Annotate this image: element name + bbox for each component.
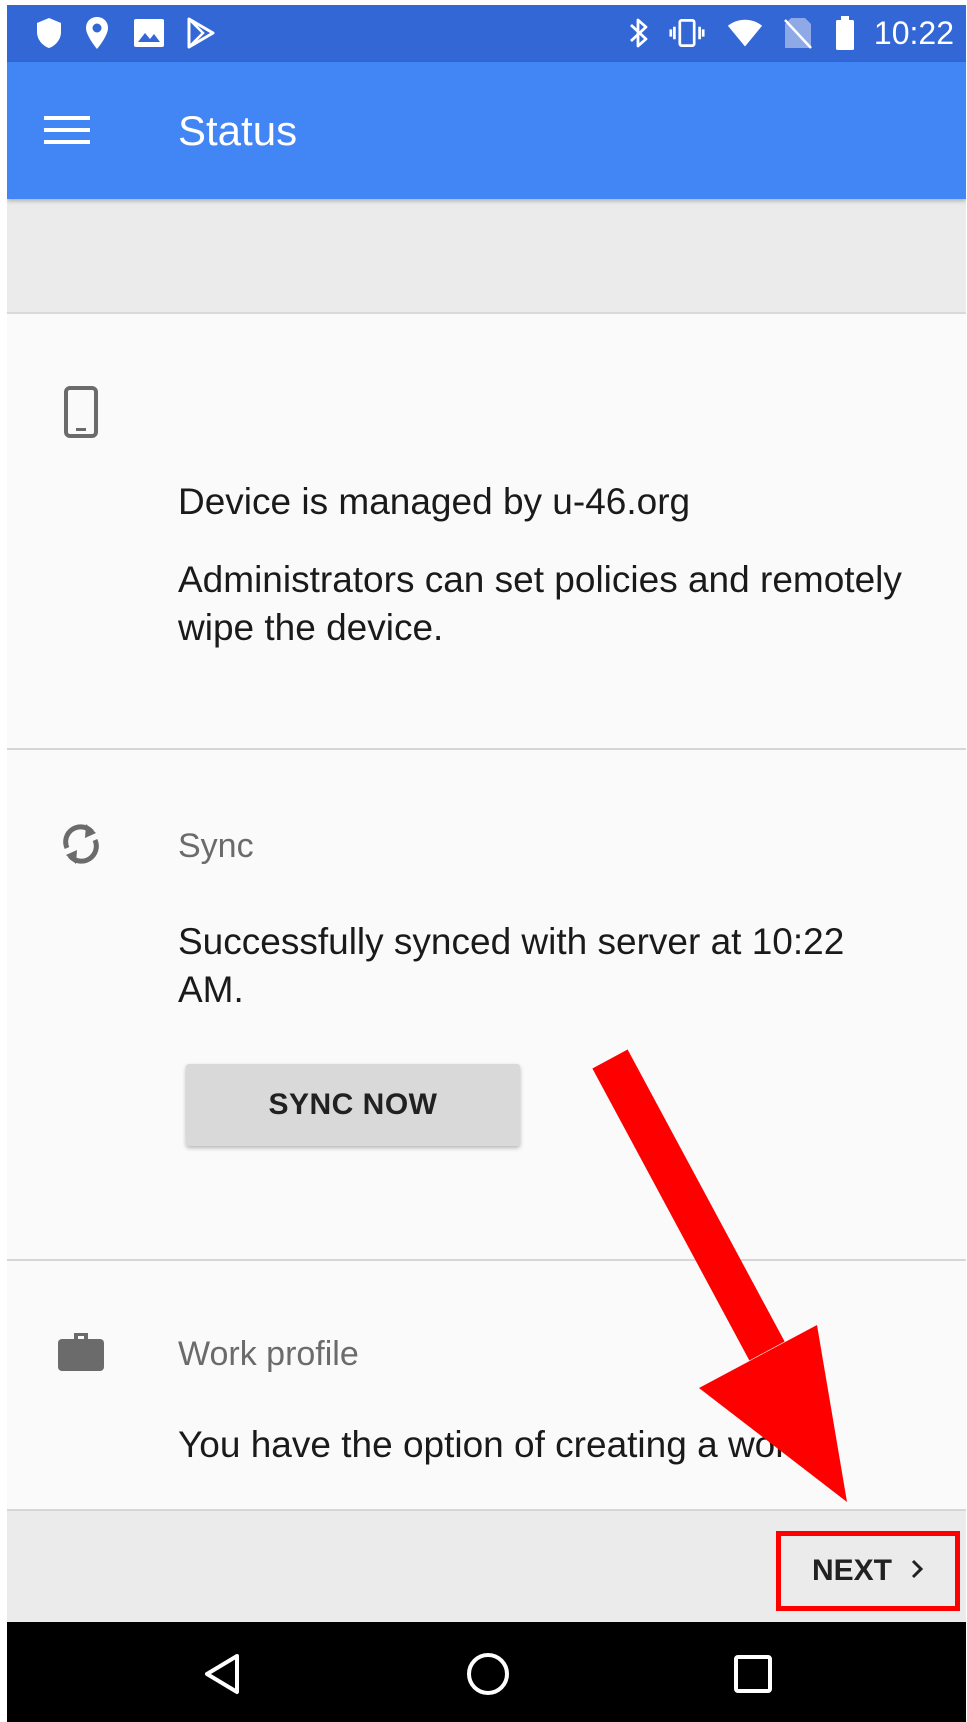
navigation-bar [7, 1622, 966, 1722]
page-title: Status [178, 107, 298, 154]
status-bar: 10:22 [7, 5, 966, 62]
header-spacer [7, 199, 966, 314]
sync-card: Sync Successfully synced with server at … [7, 750, 966, 1259]
bottom-action-bar: NEXT [7, 1509, 966, 1624]
status-list[interactable]: Device is managed by u-46.org Administra… [7, 314, 966, 1509]
sync-now-button[interactable]: SYNC NOW [186, 1064, 520, 1146]
next-button[interactable]: NEXT [776, 1531, 960, 1611]
device-management-card: Device is managed by u-46.org Administra… [7, 314, 966, 748]
status-bar-time: 10:22 [873, 15, 954, 51]
bluetooth-icon [621, 15, 657, 51]
back-icon[interactable] [190, 1642, 254, 1706]
shield-icon [31, 15, 67, 51]
wifi-icon [727, 15, 763, 51]
battery-icon [827, 15, 863, 51]
device-managed-heading: Device is managed by u-46.org [178, 481, 691, 522]
sync-icon [51, 814, 111, 874]
recents-icon[interactable] [721, 1642, 785, 1706]
image-icon [131, 15, 167, 51]
sync-title: Sync [178, 827, 254, 865]
vibrate-icon [669, 15, 705, 51]
phone-screen: 10:22 Status Device is managed by u-46.o… [7, 5, 966, 1722]
hamburger-menu-icon[interactable] [37, 100, 97, 160]
briefcase-icon [51, 1321, 111, 1381]
play-store-icon [183, 15, 219, 51]
device-managed-description: Administrators can set policies and remo… [178, 559, 902, 648]
smartphone-icon [51, 382, 111, 442]
no-sim-icon [780, 15, 816, 51]
location-pin-icon [79, 15, 115, 51]
home-icon[interactable] [456, 1642, 520, 1706]
work-profile-title: Work profile [178, 1335, 359, 1373]
next-button-label: NEXT [811, 1554, 892, 1587]
chevron-right-icon [910, 1558, 924, 1585]
sync-status-message: Successfully synced with server at 10:22… [178, 921, 845, 1010]
work-profile-message: You have the option of creating a work [178, 1424, 807, 1465]
work-profile-card: Work profile You have the option of crea… [7, 1261, 966, 1509]
app-bar: Status [7, 62, 966, 199]
